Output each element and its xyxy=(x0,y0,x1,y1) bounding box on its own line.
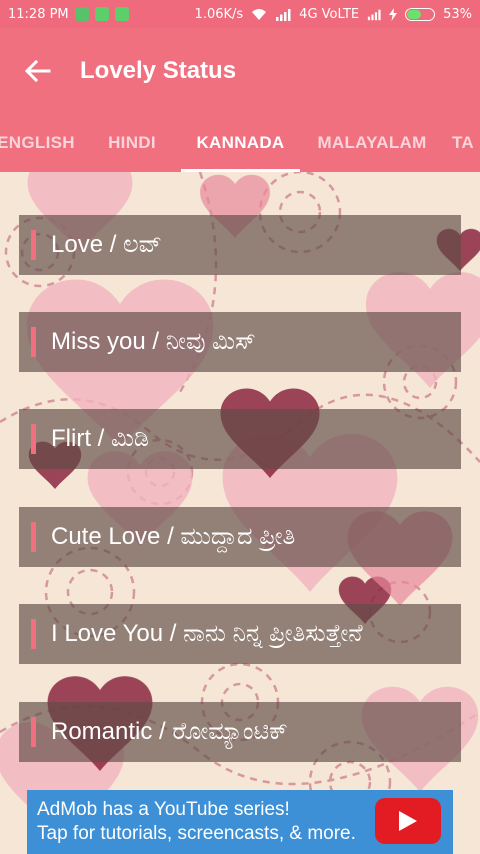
list-item[interactable]: Miss you / ನೀವು ಮಿಸ್ xyxy=(19,312,461,372)
tab-kannada[interactable]: KANNADA xyxy=(181,114,300,172)
language-tabs: ENGLISH HINDI KANNADA MALAYALAM TA xyxy=(0,114,480,172)
network-type: 4G VoLTE xyxy=(299,6,360,22)
page-title: Lovely Status xyxy=(80,57,237,84)
signal-icon xyxy=(276,8,291,21)
list-item[interactable]: Romantic / ರೋಮ್ಯಾಂಟಿಕ್ xyxy=(19,702,461,762)
ad-text: AdMob has a YouTube series! Tap for tuto… xyxy=(37,798,356,846)
tab-hindi[interactable]: HINDI xyxy=(92,114,172,172)
lock-icon xyxy=(74,7,89,21)
wifi-icon xyxy=(252,8,267,20)
ad-banner[interactable]: AdMob has a YouTube series! Tap for tuto… xyxy=(27,790,453,854)
charging-icon xyxy=(389,7,398,21)
android-icon xyxy=(94,7,109,21)
android-icon xyxy=(114,7,129,21)
list-item-label: I Love You / ನಾನು ನಿನ್ನ ಪ್ರೀತಿಸುತ್ತೇನೆ xyxy=(51,620,363,647)
list-item-label: Flirt / ಮಿಡಿ xyxy=(51,425,150,452)
accent-bar xyxy=(31,327,36,357)
list-item-label: Love / ಲವ್ xyxy=(51,231,162,258)
accent-bar xyxy=(31,230,36,260)
arrow-left-icon xyxy=(25,60,51,82)
youtube-play-icon[interactable] xyxy=(375,798,441,844)
tab-malayalam[interactable]: MALAYALAM xyxy=(308,114,436,172)
signal-icon xyxy=(367,9,381,20)
ad-headline: AdMob has a YouTube series! xyxy=(37,799,290,820)
list-item-label: Romantic / ರೋಮ್ಯಾಂಟಿಕ್ xyxy=(51,718,288,745)
list-item[interactable]: Cute Love / ಮುದ್ದಾದ ಪ್ರೀತಿ xyxy=(19,507,461,567)
accent-bar xyxy=(31,522,36,552)
battery-percent: 53% xyxy=(443,6,472,22)
status-bar: 11:28 PM 1.06K/s 4G VoLTE 53% xyxy=(0,0,480,28)
ad-subtext: Tap for tutorials, screencasts, & more. xyxy=(37,823,356,844)
list-item[interactable]: I Love You / ನಾನು ನಿನ್ನ ಪ್ರೀತಿಸುತ್ತೇನೆ xyxy=(19,604,461,664)
list-item[interactable]: Flirt / ಮಿಡಿ xyxy=(19,409,461,469)
battery-icon xyxy=(405,7,436,21)
list-item[interactable]: Love / ಲವ್ xyxy=(19,215,461,275)
play-icon xyxy=(399,811,417,831)
list-item-label: Miss you / ನೀವು ಮಿಸ್ xyxy=(51,328,256,355)
tab-tamil[interactable]: TA xyxy=(452,114,480,172)
network-speed: 1.06K/s xyxy=(194,6,244,22)
status-time: 11:28 PM xyxy=(8,6,69,22)
accent-bar xyxy=(31,424,36,454)
list-item-label: Cute Love / ಮುದ್ದಾದ ಪ್ರೀತಿ xyxy=(51,523,296,550)
app-bar: Lovely Status xyxy=(0,28,480,114)
back-button[interactable] xyxy=(18,51,58,91)
tab-english[interactable]: ENGLISH xyxy=(0,114,84,172)
accent-bar xyxy=(31,717,36,747)
accent-bar xyxy=(31,619,36,649)
